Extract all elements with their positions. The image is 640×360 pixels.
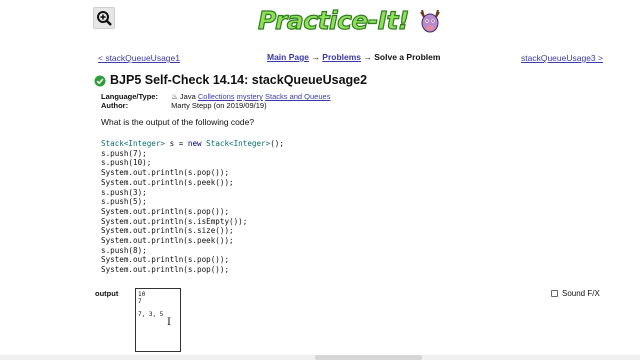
code-line: s.push(8); <box>101 245 147 255</box>
practice-it-logo[interactable]: Practice-It! <box>257 5 440 40</box>
navigation-bar: < stackQueueUsage1 Main Page → Problems … <box>0 50 640 66</box>
problem-title: BJP5 Self-Check 14.14: stackQueueUsage2 <box>110 73 368 87</box>
problem-metadata: Language/Type: ♨ Java Collections myster… <box>101 92 330 110</box>
code-block: Stack<Integer> s = new Stack<Integer>();… <box>101 139 284 275</box>
code-line: s.push(10); <box>101 158 152 168</box>
output-answer-textarea[interactable]: 10 7 7, 3, 5 <box>135 288 181 352</box>
sound-fx-checkbox[interactable] <box>551 290 558 297</box>
logo-text: Practice-It! <box>257 5 410 35</box>
code-line: s.push(5); <box>101 197 147 207</box>
breadcrumb: Main Page → Problems → Solve a Problem <box>267 52 440 62</box>
code-line: System.out.println(s.peek()); <box>101 236 234 246</box>
breadcrumb-separator: → <box>309 52 323 62</box>
code-line: System.out.println(s.peek()); <box>101 177 234 187</box>
tag-link[interactable]: Stacks and Queues <box>265 92 330 101</box>
author-value: Marty Stepp (on 2019/09/19) <box>171 101 267 110</box>
breadcrumb-problems[interactable]: Problems <box>322 52 361 62</box>
next-problem-link[interactable]: stackQueueUsage3 > <box>521 53 603 63</box>
question-text: What is the output of the following code… <box>101 117 255 127</box>
language-value: Java <box>179 92 196 101</box>
code-line: s.push(3); <box>101 187 147 197</box>
code-line: System.out.println(s.pop()); <box>101 168 230 178</box>
breadcrumb-separator: → <box>361 52 375 62</box>
check-circle-icon <box>94 75 106 87</box>
code-line: System.out.println(s.pop()); <box>101 255 230 265</box>
code-line: System.out.println(s.isEmpty()); <box>101 216 248 226</box>
output-label: output <box>95 289 119 298</box>
tag-link[interactable]: Collections <box>198 92 235 101</box>
text-cursor-icon: I <box>167 317 171 328</box>
java-icon: ♨ <box>171 92 178 101</box>
breadcrumb-current: Solve a Problem <box>374 52 441 62</box>
zoom-in-button[interactable] <box>93 7 115 29</box>
code-line: s.push(7); <box>101 148 147 158</box>
code-line: System.out.println(s.size()); <box>101 226 234 236</box>
language-label: Language/Type: <box>101 92 158 101</box>
code-line: System.out.println(s.pop()); <box>101 206 230 216</box>
previous-problem-link[interactable]: < stackQueueUsage1 <box>98 53 180 63</box>
moose-mascot-icon <box>420 9 440 33</box>
code-line: System.out.println(s.pop()); <box>101 265 230 275</box>
scrollbar-thumb[interactable] <box>315 355 422 360</box>
tag-link[interactable]: mystery <box>237 92 263 101</box>
zoom-in-icon <box>97 11 112 26</box>
sound-fx-label: Sound F/X <box>562 289 600 298</box>
code-line: Stack<Integer> s = new Stack<Integer>(); <box>101 139 284 148</box>
sound-fx-toggle[interactable]: Sound F/X <box>551 289 600 298</box>
breadcrumb-main-page[interactable]: Main Page <box>267 52 309 62</box>
author-label: Author: <box>101 101 129 110</box>
